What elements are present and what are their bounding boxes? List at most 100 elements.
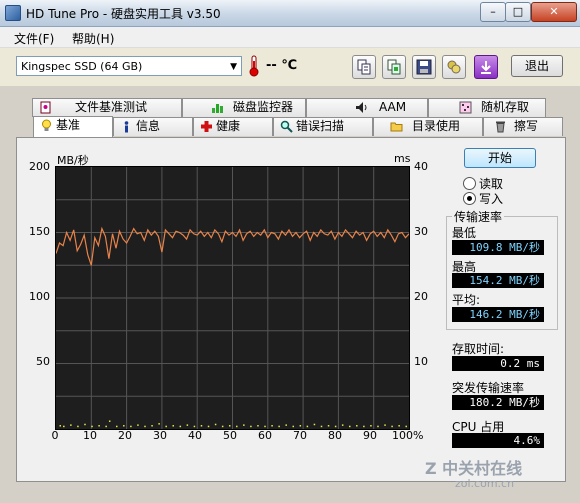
download-button[interactable]: [474, 55, 498, 79]
close-button[interactable]: ✕: [531, 2, 577, 22]
access-time-point: [123, 425, 125, 427]
tab-aam[interactable]: AAM: [306, 98, 428, 117]
max-value: 154.2 MB/秒: [452, 273, 544, 288]
access-time-point: [384, 424, 386, 426]
save-icon: [416, 59, 432, 75]
access-time-point: [405, 425, 407, 428]
menu-help[interactable]: 帮助(H): [72, 30, 114, 47]
access-time-point: [363, 425, 365, 428]
access-time-point: [207, 425, 210, 428]
menu-bar: 文件(F) 帮助(H): [0, 27, 580, 48]
access-time-point: [292, 425, 295, 428]
access-time-value: 0.2 ms: [452, 356, 544, 371]
access-time-point: [356, 425, 358, 427]
access-time-point: [299, 425, 302, 427]
chevron-down-icon: ▼: [230, 62, 237, 72]
tab-info[interactable]: 信息: [113, 117, 193, 136]
tab-file-benchmark[interactable]: 文件基准测试: [32, 98, 182, 117]
access-time-point: [116, 425, 118, 428]
access-time-point: [144, 425, 146, 428]
access-time-point: [108, 420, 111, 422]
y-tick-left: 50: [36, 355, 50, 368]
y-tick-right: 30: [414, 225, 428, 238]
min-label: 最低: [452, 226, 477, 240]
tab-label: 健康: [216, 119, 241, 133]
copy-button[interactable]: [352, 55, 376, 79]
exit-button[interactable]: 退出: [511, 55, 563, 77]
title-bar: HD Tune Pro - 硬盘实用工具 v3.50 – □ ✕: [0, 0, 580, 27]
speaker-icon: [356, 102, 367, 113]
menu-file[interactable]: 文件(F): [14, 30, 54, 47]
tab-disk-monitor[interactable]: 磁盘监控器: [182, 98, 306, 117]
window-title: HD Tune Pro - 硬盘实用工具 v3.50: [26, 7, 221, 21]
access-time-point: [165, 425, 167, 428]
tab-error-scan[interactable]: 错误扫描: [273, 117, 373, 136]
bar-chart-icon: [212, 104, 223, 113]
write-radio[interactable]: [463, 192, 476, 205]
tab-label: 错误扫描: [296, 119, 345, 133]
benchmark-chart: [55, 166, 410, 430]
thermometer-icon: [249, 55, 259, 77]
minimize-button[interactable]: –: [480, 2, 506, 22]
access-time-point: [221, 425, 224, 428]
save-button[interactable]: [412, 55, 436, 79]
screenshot-button[interactable]: [442, 55, 466, 79]
access-time-point: [200, 425, 203, 427]
access-time-point: [320, 425, 323, 428]
access-time-point: [63, 425, 65, 428]
access-time-point: [257, 425, 259, 427]
watermark: Z 中关村在线 zol.com.cn: [425, 455, 522, 490]
screenshot-icon: [447, 60, 461, 74]
start-button[interactable]: 开始: [464, 148, 536, 168]
copy-icon: [357, 59, 371, 75]
y-tick-right: 20: [414, 290, 428, 303]
tab-random-access[interactable]: 随机存取: [428, 98, 546, 117]
y-tick-left: 100: [29, 290, 50, 303]
tab-label: 信息: [136, 119, 161, 133]
y-tick-left: 150: [29, 225, 50, 238]
access-time-point: [91, 425, 93, 428]
access-time-point: [313, 423, 316, 426]
access-time-point: [398, 425, 400, 427]
watermark-main: Z 中关村在线: [425, 459, 523, 478]
access-time-point: [105, 425, 107, 428]
tab-folder-usage[interactable]: 目录使用: [373, 117, 483, 136]
access-time-point: [327, 425, 330, 427]
temperature-readout: -- ℃: [266, 58, 298, 73]
access-time-point: [98, 425, 100, 427]
access-time-point: [193, 425, 196, 428]
tab-label: 目录使用: [412, 119, 461, 133]
access-time-point: [306, 425, 309, 428]
access-time-point: [391, 425, 393, 428]
access-time-point: [228, 425, 231, 427]
watermark-sub: zol.com.cn: [455, 477, 515, 490]
access-time-label: 存取时间:: [452, 342, 505, 356]
access-time-point: [151, 425, 153, 427]
random-access-icon: [459, 101, 472, 114]
tab-benchmark[interactable]: 基准: [33, 116, 113, 137]
y-tick-right: 40: [414, 160, 428, 173]
trash-icon: [496, 121, 505, 133]
drive-select-value: Kingspec SSD (64 GB): [21, 60, 143, 73]
tab-erase[interactable]: 擦写: [483, 117, 563, 136]
write-label: 写入: [479, 192, 504, 206]
access-time-point: [377, 425, 379, 428]
magnifier-icon: [280, 120, 293, 133]
file-benchmark-icon: [40, 101, 51, 114]
y-axis-right-label: ms: [394, 152, 411, 165]
access-time-point: [70, 424, 72, 426]
access-time-point: [172, 425, 174, 427]
maximize-button[interactable]: □: [505, 2, 531, 22]
access-time-point: [271, 425, 273, 427]
min-value: 109.8 MB/秒: [452, 240, 544, 255]
copy-info-button[interactable]: [382, 55, 406, 79]
tab-health[interactable]: 健康: [193, 117, 273, 136]
read-radio[interactable]: [463, 177, 476, 190]
access-time-point: [348, 425, 351, 428]
access-time-point: [334, 425, 337, 428]
burst-rate-label: 突发传输速率: [452, 381, 525, 395]
access-time-point: [236, 425, 238, 428]
drive-select[interactable]: Kingspec SSD (64 GB) ▼: [16, 56, 242, 76]
access-time-point: [278, 425, 280, 428]
y-tick-left: 200: [29, 160, 50, 173]
